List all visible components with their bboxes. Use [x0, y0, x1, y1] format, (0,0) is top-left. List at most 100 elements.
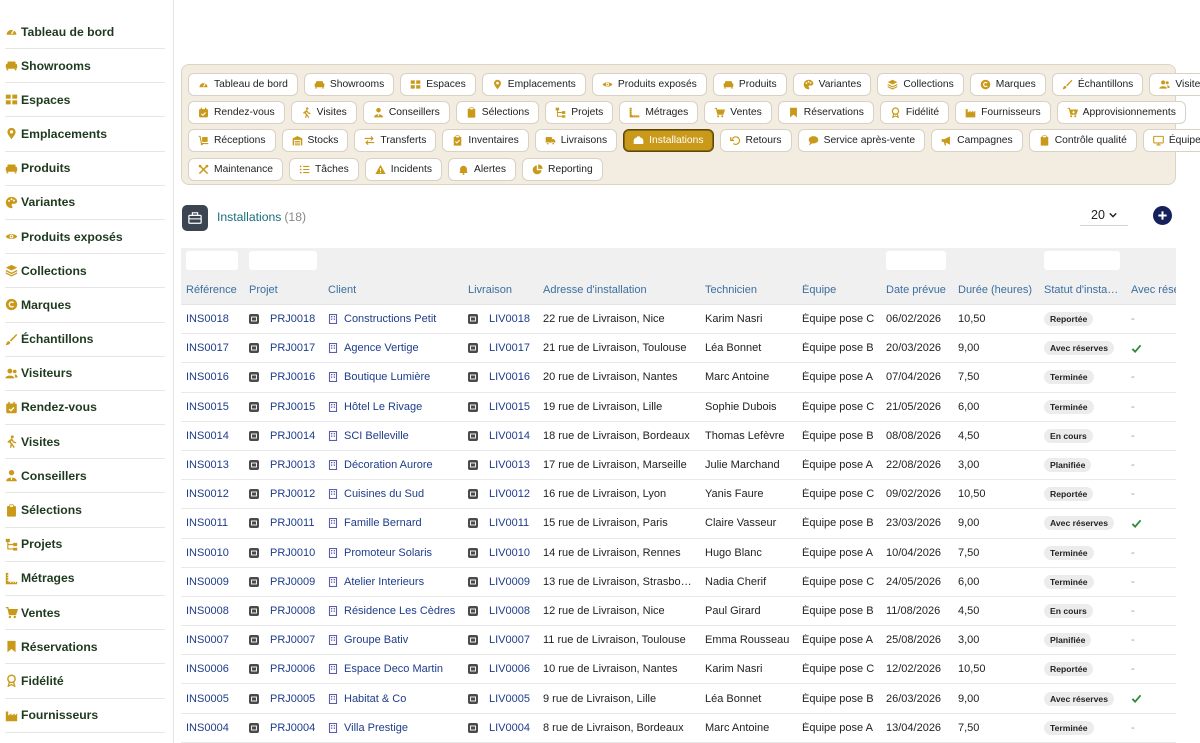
- client-cell[interactable]: Cuisines du Sud: [323, 488, 463, 500]
- client-link[interactable]: Résidence Les Cèdres: [344, 605, 455, 617]
- reference-link[interactable]: INS0018: [181, 313, 244, 325]
- add-installation-button[interactable]: [1153, 206, 1172, 225]
- client-cell[interactable]: Groupe Bativ: [323, 634, 463, 646]
- client-link[interactable]: Cuisines du Sud: [344, 488, 424, 500]
- table-row[interactable]: INS0015 PRJ0015 Hôtel Le Rivage LIV0015 …: [181, 393, 1176, 422]
- project-cell[interactable]: PRJ0004: [244, 722, 323, 734]
- client-link[interactable]: Espace Deco Martin: [344, 663, 443, 675]
- project-link[interactable]: PRJ0016: [270, 371, 315, 383]
- sidebar-item[interactable]: Sélections: [5, 493, 165, 528]
- client-link[interactable]: Atelier Interieurs: [344, 576, 424, 588]
- table-row[interactable]: INS0004 PRJ0004 Villa Prestige LIV0004 8…: [181, 714, 1176, 743]
- module-chip[interactable]: Fidélité: [879, 100, 950, 124]
- module-chip[interactable]: Alertes: [447, 157, 517, 181]
- delivery-cell[interactable]: LIV0011: [463, 517, 538, 529]
- module-chip[interactable]: Variantes: [792, 72, 872, 96]
- module-chip[interactable]: Produits exposés: [591, 72, 707, 96]
- sidebar-item[interactable]: Visiteurs: [5, 357, 165, 391]
- module-chip[interactable]: Transferts: [354, 129, 437, 153]
- client-cell[interactable]: Atelier Interieurs: [323, 576, 463, 588]
- module-chip[interactable]: Visiteurs: [1149, 72, 1200, 96]
- column-header[interactable]: Date prévue: [881, 284, 953, 296]
- delivery-link[interactable]: LIV0012: [489, 488, 530, 500]
- delivery-link[interactable]: LIV0009: [489, 576, 530, 588]
- sidebar-item[interactable]: Produits exposés: [5, 220, 165, 255]
- sidebar-item[interactable]: Espaces: [5, 83, 165, 118]
- reference-link[interactable]: INS0009: [181, 576, 244, 588]
- client-cell[interactable]: Hôtel Le Rivage: [323, 401, 463, 413]
- sidebar-item[interactable]: Collections: [5, 254, 165, 289]
- client-cell[interactable]: Agence Vertige: [323, 342, 463, 354]
- project-link[interactable]: PRJ0005: [270, 693, 315, 705]
- table-row[interactable]: INS0007 PRJ0007 Groupe Bativ LIV0007 11 …: [181, 626, 1176, 656]
- client-cell[interactable]: Espace Deco Martin: [323, 663, 463, 675]
- module-chip[interactable]: Sélections: [455, 100, 540, 124]
- delivery-link[interactable]: LIV0015: [489, 401, 530, 413]
- page-size-select[interactable]: 20: [1080, 204, 1128, 226]
- project-link[interactable]: PRJ0018: [270, 313, 315, 325]
- project-cell[interactable]: PRJ0013: [244, 459, 323, 471]
- column-header[interactable]: Livraison: [463, 284, 538, 296]
- client-link[interactable]: Hôtel Le Rivage: [344, 401, 422, 413]
- client-link[interactable]: SCI Belleville: [344, 430, 409, 442]
- column-header[interactable]: Référence: [181, 284, 244, 296]
- client-cell[interactable]: Habitat & Co: [323, 693, 463, 705]
- sidebar-item[interactable]: Projets: [5, 528, 165, 562]
- delivery-link[interactable]: LIV0005: [489, 693, 530, 705]
- project-link[interactable]: PRJ0013: [270, 459, 315, 471]
- client-link[interactable]: Promoteur Solaris: [344, 547, 432, 559]
- module-chip[interactable]: Incidents: [364, 157, 442, 181]
- table-row[interactable]: INS0009 PRJ0009 Atelier Interieurs LIV00…: [181, 568, 1176, 597]
- client-link[interactable]: Groupe Bativ: [344, 634, 408, 646]
- filter-project-input[interactable]: [249, 251, 317, 270]
- module-chip[interactable]: Réservations: [777, 100, 874, 124]
- module-chip[interactable]: Visites: [290, 100, 357, 124]
- delivery-link[interactable]: LIV0010: [489, 547, 530, 559]
- module-chip[interactable]: Marques: [969, 72, 1046, 96]
- delivery-link[interactable]: LIV0008: [489, 605, 530, 617]
- client-link[interactable]: Décoration Aurore: [344, 459, 433, 471]
- module-chip[interactable]: Approvisionnements: [1056, 100, 1186, 124]
- reference-link[interactable]: INS0017: [181, 342, 244, 354]
- sidebar-item[interactable]: Ventes: [5, 596, 165, 631]
- reference-link[interactable]: INS0015: [181, 401, 244, 413]
- project-link[interactable]: PRJ0017: [270, 342, 315, 354]
- module-chip[interactable]: Stocks: [281, 129, 349, 153]
- module-chip-active[interactable]: Installations: [623, 129, 714, 153]
- reference-link[interactable]: INS0012: [181, 488, 244, 500]
- project-cell[interactable]: PRJ0006: [244, 663, 323, 675]
- sidebar-item[interactable]: Marques: [5, 288, 165, 323]
- column-header[interactable]: Adresse d'installation: [538, 284, 700, 296]
- module-chip[interactable]: Reporting: [522, 157, 603, 181]
- sidebar-item[interactable]: Fournisseurs: [5, 699, 165, 733]
- delivery-cell[interactable]: LIV0008: [463, 605, 538, 617]
- project-cell[interactable]: PRJ0012: [244, 488, 323, 500]
- sidebar-item[interactable]: Rendez-vous: [5, 391, 165, 426]
- module-chip[interactable]: Tâches: [288, 157, 359, 181]
- delivery-cell[interactable]: LIV0016: [463, 371, 538, 383]
- reference-link[interactable]: INS0005: [181, 693, 244, 705]
- column-header[interactable]: Client: [323, 284, 463, 296]
- module-chip[interactable]: Ventes: [704, 100, 772, 124]
- table-row[interactable]: INS0010 PRJ0010 Promoteur Solaris LIV001…: [181, 539, 1176, 568]
- reference-link[interactable]: INS0016: [181, 371, 244, 383]
- delivery-cell[interactable]: LIV0012: [463, 488, 538, 500]
- client-cell[interactable]: Famille Bernard: [323, 517, 463, 529]
- delivery-cell[interactable]: LIV0015: [463, 401, 538, 413]
- delivery-link[interactable]: LIV0007: [489, 634, 530, 646]
- delivery-link[interactable]: LIV0011: [489, 517, 529, 529]
- client-cell[interactable]: Villa Prestige: [323, 722, 463, 734]
- project-link[interactable]: PRJ0010: [270, 547, 315, 559]
- reference-link[interactable]: INS0006: [181, 663, 244, 675]
- client-cell[interactable]: Constructions Petit: [323, 313, 463, 325]
- module-chip[interactable]: Rendez-vous: [188, 100, 285, 124]
- reference-link[interactable]: INS0007: [181, 634, 244, 646]
- client-cell[interactable]: Décoration Aurore: [323, 459, 463, 471]
- client-cell[interactable]: Promoteur Solaris: [323, 547, 463, 559]
- table-row[interactable]: INS0013 PRJ0013 Décoration Aurore LIV001…: [181, 451, 1176, 481]
- filter-status-input[interactable]: [1044, 251, 1120, 270]
- delivery-cell[interactable]: LIV0007: [463, 634, 538, 646]
- client-link[interactable]: Habitat & Co: [344, 693, 406, 705]
- module-chip[interactable]: Collections: [877, 72, 964, 96]
- project-cell[interactable]: PRJ0007: [244, 634, 323, 646]
